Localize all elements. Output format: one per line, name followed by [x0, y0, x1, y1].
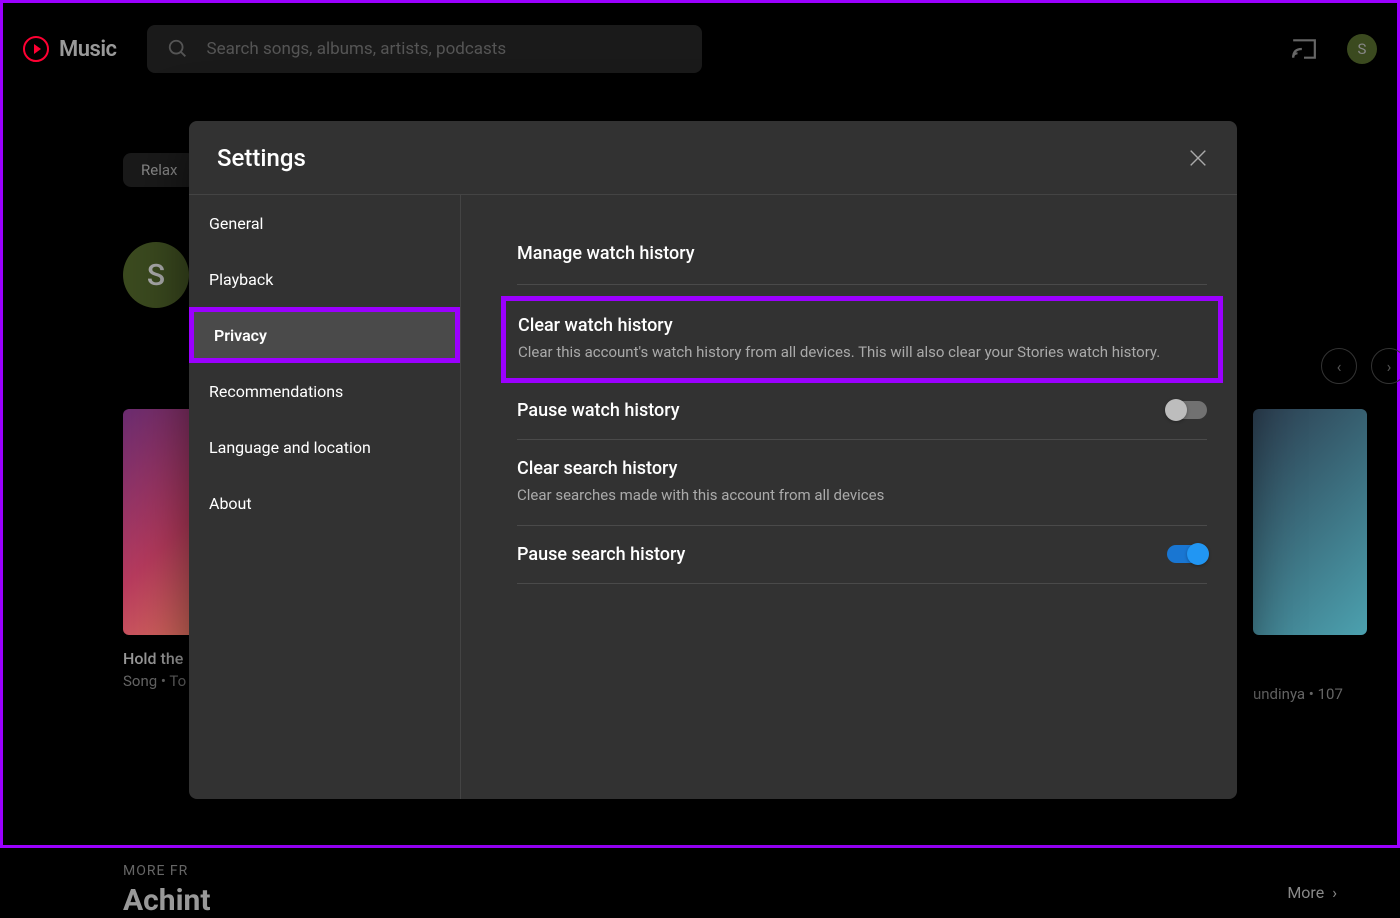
logo-icon: [23, 36, 49, 62]
search-icon: [167, 38, 189, 60]
card-subtitle: undinya • 107: [1253, 685, 1373, 703]
logo[interactable]: Music: [23, 36, 117, 62]
sidebar-item-playback[interactable]: Playback: [189, 251, 460, 307]
artist-name: Achint: [123, 883, 1367, 918]
settings-content: Manage watch historyClear watch historyC…: [461, 195, 1237, 799]
modal-title: Settings: [217, 144, 306, 172]
search-box[interactable]: [147, 25, 702, 73]
cast-icon[interactable]: [1291, 38, 1317, 60]
setting-description: Clear this account's watch history from …: [518, 342, 1206, 364]
section-label: MORE FR: [123, 863, 1367, 879]
settings-sidebar: GeneralPlaybackPrivacyRecommendationsLan…: [189, 195, 461, 799]
setting-title: Clear watch history: [518, 315, 1206, 336]
setting-row-clear-search-history[interactable]: Clear search history Clear searches made …: [517, 440, 1207, 526]
setting-row-pause-search-history[interactable]: Pause search history: [517, 526, 1207, 584]
setting-row-clear-watch-history[interactable]: Clear watch history Clear this account's …: [501, 296, 1223, 383]
setting-description: Clear searches made with this account fr…: [517, 485, 1207, 507]
logo-text: Music: [59, 37, 117, 62]
modal-header: Settings: [189, 121, 1237, 194]
setting-row-pause-watch-history[interactable]: Pause watch history: [517, 382, 1207, 440]
setting-title: Clear search history: [517, 458, 1207, 479]
music-card[interactable]: undinya • 107: [1253, 409, 1373, 703]
topbar-right: S: [1291, 34, 1377, 64]
sidebar-item-about[interactable]: About: [189, 475, 460, 531]
chevron-right-icon: ›: [1332, 883, 1337, 902]
setting-title: Manage watch history: [517, 243, 1207, 264]
topbar: Music S: [3, 19, 1397, 79]
sidebar-item-recommendations[interactable]: Recommendations: [189, 363, 460, 419]
setting-title: Pause search history: [517, 544, 1147, 565]
sidebar-item-language-and-location[interactable]: Language and location: [189, 419, 460, 475]
setting-title: Pause watch history: [517, 400, 1147, 421]
toggle-switch[interactable]: [1167, 545, 1207, 563]
carousel-next-button[interactable]: ›: [1371, 348, 1400, 384]
carousel-prev-button[interactable]: ‹: [1321, 348, 1357, 384]
toggle-switch[interactable]: [1167, 401, 1207, 419]
close-icon[interactable]: [1187, 147, 1209, 169]
setting-row-manage-watch-history[interactable]: Manage watch history: [517, 225, 1207, 285]
sidebar-item-privacy[interactable]: Privacy: [189, 307, 460, 363]
sidebar-item-general[interactable]: General: [189, 195, 460, 251]
mood-chip-relax[interactable]: Relax: [123, 153, 195, 187]
search-input[interactable]: [207, 39, 682, 59]
more-link[interactable]: More›: [1287, 883, 1337, 902]
avatar[interactable]: S: [1347, 34, 1377, 64]
modal-body: GeneralPlaybackPrivacyRecommendationsLan…: [189, 194, 1237, 799]
avatar-large: S: [123, 242, 189, 308]
settings-modal: Settings GeneralPlaybackPrivacyRecommend…: [189, 121, 1237, 799]
